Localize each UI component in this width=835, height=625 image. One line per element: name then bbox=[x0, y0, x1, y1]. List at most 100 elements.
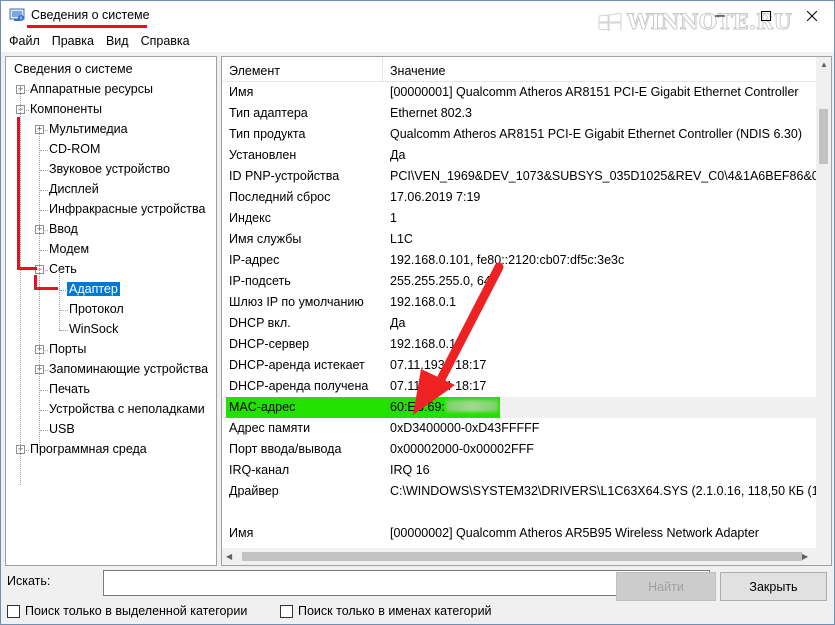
cell-value: 1 bbox=[390, 211, 397, 225]
tree-item[interactable]: Модем bbox=[47, 240, 91, 259]
table-row[interactable]: Драйвер C:\WINDOWS\SYSTEM32\DRIVERS\L1C63… bbox=[222, 481, 831, 502]
title-bar: Сведения о системе WINNOTE.RU bbox=[1, 1, 834, 35]
cell-element: Последний сброс bbox=[229, 190, 331, 204]
tree-item[interactable]: Запоминающие устройства bbox=[47, 360, 210, 379]
annotation-marker bbox=[34, 287, 58, 290]
tree-item[interactable]: Печать bbox=[47, 380, 92, 399]
category-tree[interactable]: Сведения о системе Аппаратные ресурсы + Ко… bbox=[5, 56, 217, 566]
table-row[interactable]: DHCP-аренда истекает 07.11.1934 18:17 bbox=[222, 355, 818, 376]
cell-value: 192.168.0.1 bbox=[390, 337, 457, 351]
table-row[interactable]: DHCP-аренда получена 07.11.1934 18:17 bbox=[222, 376, 818, 397]
tree-connector bbox=[60, 310, 68, 311]
table-row[interactable]: Имя [00000001] Qualcomm Atheros AR8151 PC… bbox=[222, 82, 818, 103]
tree-item[interactable]: Дисплей bbox=[47, 180, 101, 199]
column-separator[interactable] bbox=[382, 57, 383, 82]
menu-help[interactable]: Справка bbox=[135, 31, 196, 52]
annotation-marker bbox=[17, 267, 37, 270]
table-row[interactable]: Установлен Да bbox=[222, 145, 818, 166]
cell-element: MAC-адрес bbox=[229, 400, 296, 414]
cell-value: Qualcomm Atheros AR8151 PCI-E Gigabit Et… bbox=[390, 127, 802, 141]
tree-connector bbox=[40, 430, 48, 431]
find-button[interactable]: Найти bbox=[616, 572, 716, 601]
tree-connector bbox=[60, 290, 68, 291]
tree-item[interactable]: CD-ROM bbox=[47, 140, 102, 159]
table-row[interactable]: Шлюз IP по умолчанию 192.168.0.1 bbox=[222, 292, 818, 313]
checkbox-box[interactable] bbox=[280, 604, 293, 618]
vertical-scroll-thumb[interactable] bbox=[819, 109, 828, 164]
column-header-element[interactable]: Элемент bbox=[229, 57, 280, 82]
system-info-window: Сведения о системе WINNOTE.RU Файл Правк… bbox=[0, 0, 835, 625]
column-header-value[interactable]: Значение bbox=[390, 57, 445, 82]
table-row[interactable]: IP-подсеть 255.255.255.0, 64 bbox=[222, 271, 818, 292]
cell-element: DHCP-аренда истекает bbox=[229, 358, 365, 372]
tree-item[interactable]: Программная среда bbox=[28, 440, 149, 459]
cell-value: 60:EB:69: bbox=[390, 397, 498, 418]
horizontal-scroll-thumb[interactable] bbox=[242, 552, 802, 561]
scroll-right-icon[interactable]: ▶ bbox=[802, 552, 808, 561]
horizontal-scrollbar[interactable]: ◀ ▶ bbox=[222, 548, 831, 565]
cell-element: IP-подсеть bbox=[229, 274, 291, 288]
table-row[interactable]: Порт ввода/вывода 0x00002000-0x00002FFF bbox=[222, 439, 818, 460]
cell-value: L1C bbox=[390, 232, 413, 246]
tree-item[interactable]: USB bbox=[47, 420, 77, 439]
tree-item[interactable]: Мультимедиа bbox=[47, 120, 130, 139]
tree-item[interactable]: Протокол bbox=[67, 300, 126, 319]
cell-value: 07.11.1934 18:17 bbox=[390, 379, 487, 393]
close-window-button[interactable] bbox=[789, 1, 834, 31]
scroll-up-icon[interactable]: ▲ bbox=[820, 60, 828, 69]
tree-item[interactable]: Инфракрасные устройства bbox=[47, 200, 207, 219]
tree-item[interactable]: Адаптер bbox=[67, 280, 120, 299]
menu-view[interactable]: Вид bbox=[100, 31, 135, 52]
checkbox-box[interactable] bbox=[7, 604, 20, 618]
table-row[interactable]: MAC-адрес 60:EB:69: bbox=[222, 397, 818, 418]
tree-item[interactable]: Компоненты bbox=[28, 100, 104, 119]
tree-connector bbox=[40, 210, 48, 211]
scroll-left-icon[interactable]: ◀ bbox=[226, 552, 232, 561]
close-button[interactable]: Закрыть bbox=[720, 572, 827, 601]
cell-value: 0xD3400000-0xD43FFFFF bbox=[390, 421, 540, 435]
cell-value: 07.11.1934 18:17 bbox=[390, 358, 487, 372]
menu-file[interactable]: Файл bbox=[3, 31, 46, 52]
tree-root[interactable]: Сведения о системе bbox=[12, 60, 135, 79]
table-row[interactable]: ID PNP-устройства PCI\VEN_1969&DEV_1073&S… bbox=[222, 166, 827, 187]
cell-value: [00000001] Qualcomm Atheros AR8151 PCI-E… bbox=[390, 85, 799, 99]
vertical-scrollbar[interactable]: ▲ bbox=[816, 57, 831, 549]
tree-connector bbox=[40, 390, 48, 391]
table-row[interactable] bbox=[222, 502, 818, 523]
table-row[interactable]: Имя службы L1C bbox=[222, 229, 818, 250]
search-category-names-checkbox[interactable]: Поиск только в именах категорий bbox=[280, 604, 492, 618]
tree-item[interactable]: Звуковое устройство bbox=[47, 160, 172, 179]
table-row[interactable]: Индекс 1 bbox=[222, 208, 818, 229]
table-row[interactable]: IP-адрес 192.168.0.101, fe80::2120:cb07:d… bbox=[222, 250, 818, 271]
cell-value: Ethernet 802.3 bbox=[390, 106, 473, 120]
cell-element: Имя службы bbox=[229, 232, 302, 246]
cell-value: [00000002] Qualcomm Atheros AR5B95 Wirel… bbox=[390, 526, 759, 540]
maximize-button[interactable] bbox=[743, 1, 789, 31]
tree-item[interactable]: Сеть bbox=[47, 260, 79, 279]
table-row[interactable]: Тип продукта Qualcomm Atheros AR8151 PCI-… bbox=[222, 124, 818, 145]
table-row[interactable]: DHCP вкл. Да bbox=[222, 313, 818, 334]
checkbox-label: Поиск только в именах категорий bbox=[298, 604, 492, 618]
table-row[interactable]: Тип адаптера Ethernet 802.3 bbox=[222, 103, 818, 124]
details-table[interactable]: Элемент Значение Имя [00000001] Qualcomm … bbox=[221, 56, 832, 566]
tree-item[interactable]: Порты bbox=[47, 340, 88, 359]
title-annotation-underline bbox=[27, 25, 147, 28]
close-icon bbox=[807, 11, 817, 21]
tree-item[interactable]: Ввод bbox=[47, 220, 80, 239]
search-label: Искать: bbox=[7, 574, 51, 588]
table-row[interactable]: Последний сброс 17.06.2019 7:19 bbox=[222, 187, 818, 208]
cell-element: DHCP-аренда получена bbox=[229, 379, 369, 393]
table-row[interactable]: DHCP-сервер 192.168.0.1 bbox=[222, 334, 818, 355]
tree-item[interactable]: Аппаратные ресурсы bbox=[28, 80, 155, 99]
cell-value: C:\WINDOWS\SYSTEM32\DRIVERS\L1C63X64.SYS… bbox=[390, 484, 832, 498]
minimize-button[interactable] bbox=[697, 1, 743, 31]
table-row[interactable]: Имя [00000002] Qualcomm Atheros AR5B95 Wi… bbox=[222, 523, 818, 544]
tree-item[interactable]: Устройства с неполадками bbox=[47, 400, 207, 419]
redacted-mac-blur bbox=[445, 400, 498, 412]
tree-item[interactable]: WinSock bbox=[67, 320, 120, 339]
search-selected-category-checkbox[interactable]: Поиск только в выделенной категории bbox=[7, 604, 247, 618]
menu-edit[interactable]: Правка bbox=[46, 31, 100, 52]
table-row[interactable]: Адрес памяти 0xD3400000-0xD43FFFFF bbox=[222, 418, 818, 439]
table-row[interactable]: IRQ-канал IRQ 16 bbox=[222, 460, 818, 481]
cell-element: IP-адрес bbox=[229, 253, 280, 267]
